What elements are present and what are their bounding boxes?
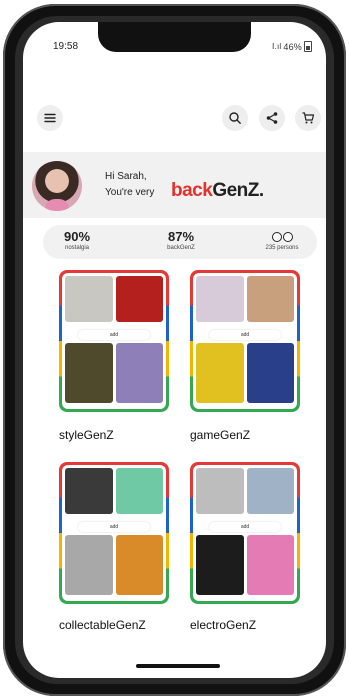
category-label[interactable]: electroGenZ — [190, 618, 256, 632]
product-thumb — [196, 468, 244, 514]
stat-persons: 235 persons — [257, 230, 307, 253]
cart-button[interactable] — [295, 105, 321, 131]
add-button[interactable]: add — [209, 522, 281, 532]
status-icons: ⵏ.ıl 46% — [272, 41, 312, 52]
greeting-hello: Hi Sarah, — [105, 171, 147, 182]
category-label[interactable]: styleGenZ — [59, 428, 114, 442]
product-thumb — [196, 343, 244, 403]
product-thumb — [247, 276, 294, 322]
category-label[interactable]: collectableGenZ — [59, 618, 146, 632]
product-thumb — [116, 535, 163, 595]
greeting-prefix: You're very — [105, 187, 155, 198]
product-thumb — [116, 276, 163, 322]
stat-value: 87% — [167, 229, 195, 244]
battery-icon — [304, 41, 312, 52]
phone-frame: 19:58 ⵏ.ıl 46% Hi Sarah, You're very bac… — [3, 4, 346, 696]
status-time: 19:58 — [53, 41, 79, 52]
brand-logo: backGenZ. — [171, 180, 264, 202]
category-label[interactable]: gameGenZ — [190, 428, 250, 442]
stat-value: 90% — [63, 229, 91, 244]
search-icon — [229, 112, 241, 124]
category-card-style[interactable]: add — [59, 270, 169, 412]
product-thumb — [65, 535, 113, 595]
product-thumb — [247, 343, 294, 403]
home-indicator[interactable] — [136, 664, 220, 668]
card-image-grid: add — [193, 273, 297, 409]
stat-label: 235 persons — [265, 245, 299, 251]
product-thumb — [247, 535, 294, 595]
add-button[interactable]: add — [209, 330, 281, 340]
share-button[interactable] — [259, 105, 285, 131]
product-thumb — [65, 468, 113, 514]
product-thumb — [196, 535, 244, 595]
category-card-game[interactable]: add — [190, 270, 300, 412]
share-icon — [266, 112, 278, 124]
category-card-collectable[interactable]: add — [59, 462, 169, 604]
stats-bar: 90% nostalgia 87% backGenZ 235 persons — [43, 225, 317, 259]
product-thumb — [116, 468, 163, 514]
menu-icon — [44, 113, 56, 123]
stat-label: nostalgia — [64, 245, 90, 251]
card-image-grid: add — [193, 465, 297, 601]
avatar[interactable] — [32, 161, 82, 211]
product-thumb — [116, 343, 163, 403]
signal-icon: ⵏ.ıl — [271, 42, 282, 51]
add-button[interactable]: add — [78, 522, 150, 532]
add-button[interactable]: add — [78, 330, 150, 340]
product-thumb — [65, 276, 113, 322]
card-image-grid: add — [62, 465, 166, 601]
brand-genz: GenZ. — [212, 180, 264, 201]
persons-icon — [257, 230, 307, 244]
stat-backgenz: 87% backGenZ — [161, 230, 201, 253]
camera-notch — [98, 22, 251, 52]
search-button[interactable] — [222, 105, 248, 131]
stat-nostalgia: 90% nostalgia — [57, 230, 97, 253]
battery-text: 46% — [283, 41, 302, 52]
brand-back: back — [171, 180, 213, 201]
greeting-banner: Hi Sarah, You're very backGenZ. — [23, 152, 326, 218]
card-image-grid: add — [62, 273, 166, 409]
menu-button[interactable] — [37, 105, 63, 131]
category-card-electro[interactable]: add — [190, 462, 300, 604]
product-thumb — [196, 276, 244, 322]
app-screen: 19:58 ⵏ.ıl 46% Hi Sarah, You're very bac… — [23, 22, 326, 678]
product-thumb — [65, 343, 113, 403]
product-thumb — [247, 468, 294, 514]
stat-label: backGenZ — [167, 245, 195, 251]
cart-icon — [302, 112, 315, 124]
